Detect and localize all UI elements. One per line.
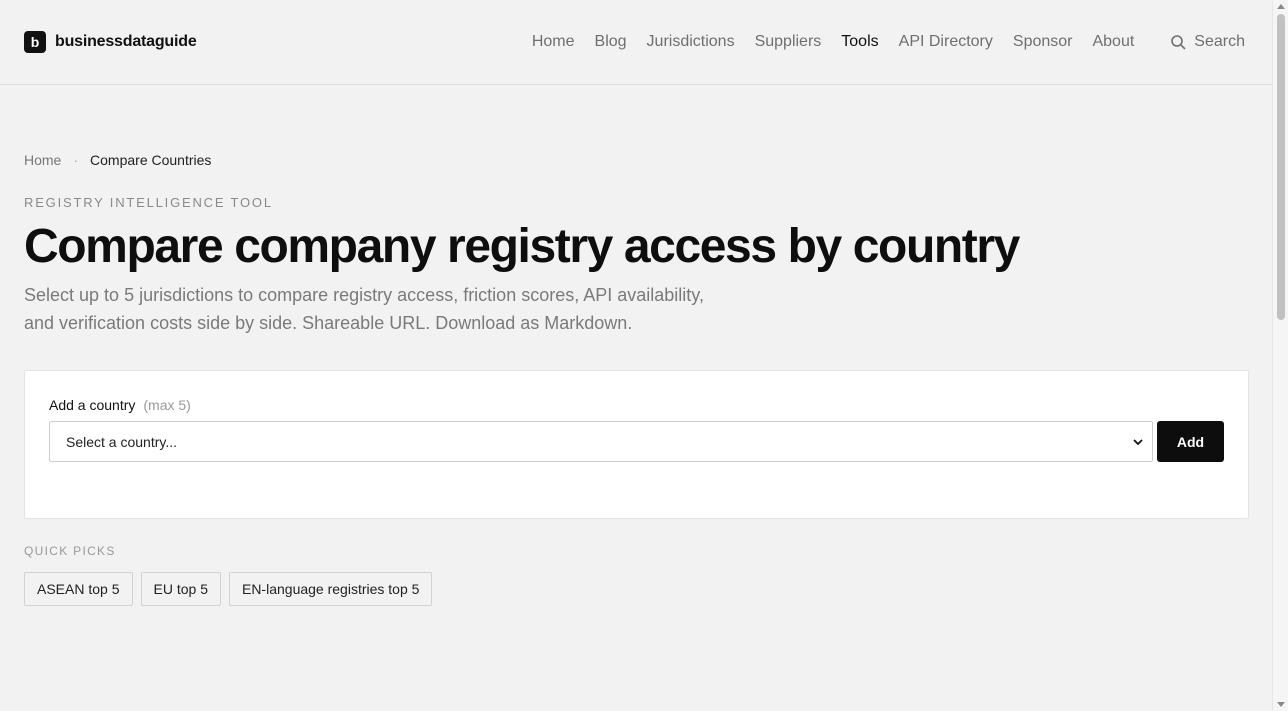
quick-pick-asean-button[interactable]: ASEAN top 5 xyxy=(24,572,133,606)
main-nav: Home Blog Jurisdictions Suppliers Tools … xyxy=(532,33,1245,51)
chevron-down-icon xyxy=(1133,439,1143,445)
quick-picks-label: QUICK PICKS xyxy=(24,544,116,558)
breadcrumb-current: Compare Countries xyxy=(90,152,212,168)
nav-link-jurisdictions[interactable]: Jurisdictions xyxy=(647,33,735,51)
add-country-row: Select a country... Add xyxy=(49,421,1224,462)
scroll-up-arrow-icon[interactable] xyxy=(1277,4,1285,9)
quick-pick-eu-button[interactable]: EU top 5 xyxy=(140,572,221,606)
nav-link-api-directory[interactable]: API Directory xyxy=(899,33,993,51)
brand-name: businessdataguide xyxy=(55,33,197,50)
add-country-label-group: Add a country (max 5) xyxy=(49,397,1224,413)
scrollbar-thumb[interactable] xyxy=(1277,14,1285,320)
page-title: Compare company registry access by count… xyxy=(24,220,1020,273)
breadcrumb-separator: · xyxy=(73,152,79,168)
add-country-label: Add a country xyxy=(49,397,136,413)
main-content: Home · Compare Countries REGISTRY INTELL… xyxy=(0,151,1272,606)
breadcrumb: Home · Compare Countries xyxy=(24,151,1248,169)
nav-link-tools[interactable]: Tools xyxy=(841,33,878,51)
page: b businessdataguide Home Blog Jurisdicti… xyxy=(0,0,1272,711)
quick-pick-en-language-button[interactable]: EN-language registries top 5 xyxy=(228,572,433,606)
brand-logo-icon: b xyxy=(24,31,46,53)
page-eyebrow: REGISTRY INTELLIGENCE TOOL xyxy=(24,195,273,210)
brand-link[interactable]: b businessdataguide xyxy=(24,31,197,53)
add-country-card: Add a country (max 5) Select a country..… xyxy=(24,370,1249,519)
nav-link-suppliers[interactable]: Suppliers xyxy=(755,33,822,51)
nav-link-home[interactable]: Home xyxy=(532,33,575,51)
nav-link-blog[interactable]: Blog xyxy=(595,33,627,51)
quick-picks-row: ASEAN top 5 EU top 5 EN-language registr… xyxy=(24,572,1248,606)
nav-link-about[interactable]: About xyxy=(1092,33,1134,51)
vertical-scrollbar[interactable] xyxy=(1272,0,1288,711)
country-select[interactable]: Select a country... xyxy=(49,421,1153,462)
search-label: Search xyxy=(1194,33,1245,50)
breadcrumb-home-link[interactable]: Home xyxy=(24,152,61,168)
nav-link-sponsor[interactable]: Sponsor xyxy=(1013,33,1073,51)
scroll-down-arrow-icon[interactable] xyxy=(1277,702,1285,707)
search-icon xyxy=(1171,35,1186,50)
add-country-button[interactable]: Add xyxy=(1157,421,1224,462)
add-country-hint: (max 5) xyxy=(143,397,191,413)
site-header: b businessdataguide Home Blog Jurisdicti… xyxy=(0,0,1272,85)
country-select-value: Select a country... xyxy=(66,433,178,450)
page-lead: Select up to 5 jurisdictions to compare … xyxy=(24,285,704,333)
search-button[interactable]: Search xyxy=(1170,33,1245,51)
